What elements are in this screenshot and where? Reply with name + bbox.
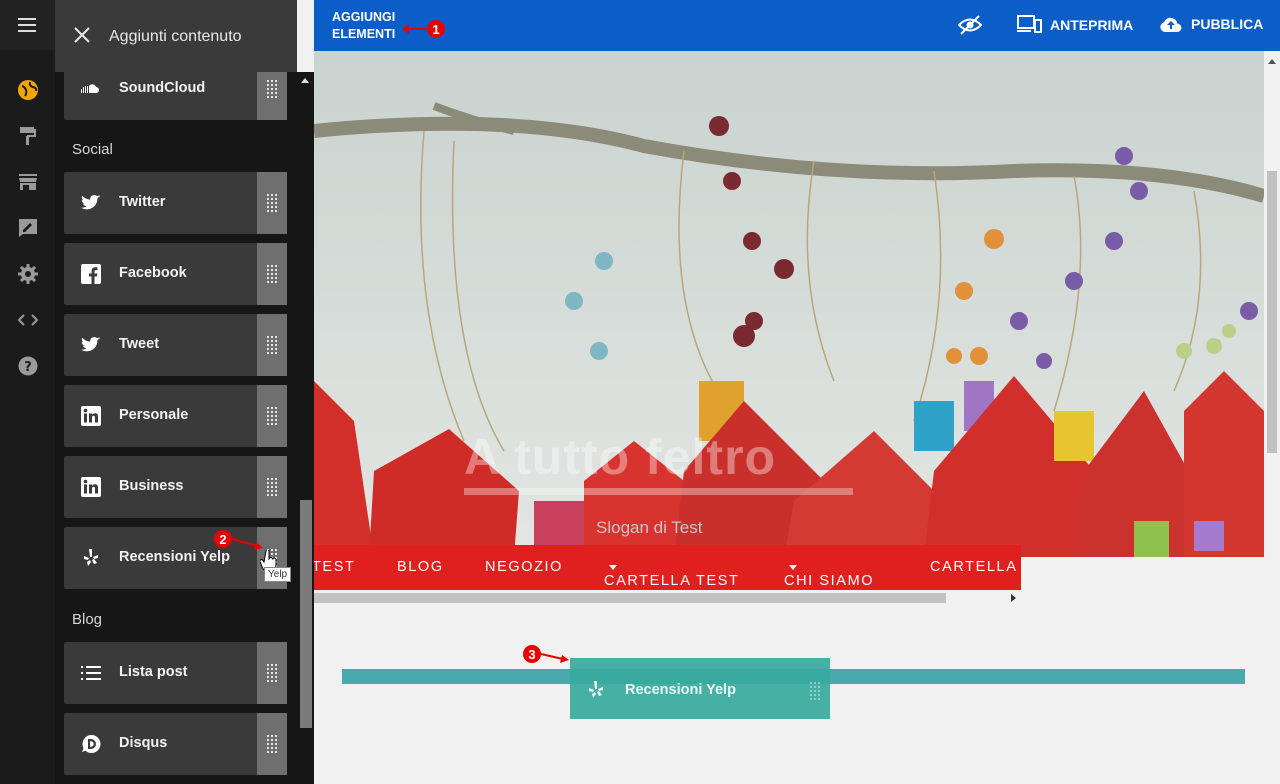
list-icon	[80, 662, 102, 684]
section-label-social: Social	[72, 141, 113, 158]
svg-text:?: ?	[24, 360, 32, 375]
drag-handle[interactable]	[257, 172, 287, 234]
widget-disqus[interactable]: Disqus	[64, 713, 287, 775]
disqus-icon	[80, 733, 102, 755]
nav-label: CARTELLA TEST	[604, 573, 740, 589]
panel-header: Aggiunti contenuto	[55, 0, 297, 72]
caret-down-icon	[789, 564, 797, 570]
add-elements-label-line1: AGGIUNGI	[332, 10, 396, 24]
scroll-up-arrow-icon[interactable]	[1268, 59, 1276, 64]
annotation-badge-1: 1	[427, 20, 445, 38]
widget-label: Tweet	[119, 336, 160, 352]
dragged-widget-label: Recensioni Yelp	[625, 682, 736, 698]
scrollbar-thumb[interactable]	[1267, 171, 1277, 453]
drag-handle[interactable]	[257, 314, 287, 376]
widget-linkedin-personal[interactable]: Personale	[64, 385, 287, 447]
edit-note-icon[interactable]	[0, 208, 55, 248]
linkedin-icon	[80, 476, 102, 498]
drag-handle[interactable]	[257, 642, 287, 704]
publish-button[interactable]: PUBBLICA	[1159, 15, 1263, 33]
widget-label: Recensioni Yelp	[119, 549, 230, 565]
widget-label: SoundCloud	[119, 80, 206, 96]
widget-facebook[interactable]: Facebook	[64, 243, 287, 305]
title-underline	[464, 488, 853, 495]
nav-item-test[interactable]: TEST	[314, 559, 355, 575]
widget-label: Disqus	[119, 735, 168, 751]
panel-title: Aggiunti contenuto	[109, 28, 242, 45]
twitter-icon	[80, 192, 102, 214]
scroll-up-arrow-icon[interactable]	[301, 78, 309, 83]
facebook-icon	[80, 263, 102, 285]
widget-twitter[interactable]: Twitter	[64, 172, 287, 234]
hero-illustration	[314, 51, 1264, 557]
yelp-icon	[588, 680, 604, 705]
dragged-widget-ghost[interactable]: Recensioni Yelp	[570, 658, 830, 719]
paint-roller-icon[interactable]	[0, 116, 55, 156]
nav-item-about[interactable]: CHI SIAMO	[784, 559, 873, 589]
canvas-scrollbar[interactable]	[1264, 51, 1280, 591]
devices-icon	[1017, 15, 1042, 33]
caret-down-icon	[609, 564, 617, 570]
widget-linkedin-business[interactable]: Business	[64, 456, 287, 518]
site-nav-menu: TEST BLOG NEGOZIO CARTELLA TEST CHI SIAM…	[314, 545, 1021, 590]
gear-icon[interactable]	[0, 254, 55, 294]
eye-off-icon[interactable]	[958, 14, 982, 36]
panel-scrollbar[interactable]	[297, 72, 314, 784]
scroll-right-arrow-icon[interactable]	[1011, 594, 1016, 602]
nav-item-blog[interactable]: BLOG	[397, 559, 444, 575]
cloud-upload-icon	[1160, 17, 1182, 33]
drag-handle[interactable]	[257, 713, 287, 775]
close-icon[interactable]	[71, 24, 93, 46]
site-title[interactable]: A tutto feltro	[464, 428, 776, 486]
drag-handle[interactable]	[257, 456, 287, 518]
publish-label: PUBBLICA	[1191, 16, 1264, 32]
globe-icon[interactable]	[0, 70, 55, 110]
add-content-panel: SoundCloud Aggiunti contenuto Social Twi…	[55, 0, 297, 784]
hero-image[interactable]	[314, 51, 1264, 557]
hamburger-icon	[17, 18, 36, 32]
icon-rail: ?	[0, 0, 55, 784]
widget-label: Twitter	[119, 194, 166, 210]
add-elements-label-line2: ELEMENTI	[332, 27, 396, 41]
store-icon[interactable]	[0, 162, 55, 202]
code-icon[interactable]	[0, 300, 55, 340]
widget-label: Facebook	[119, 265, 187, 281]
preview-button[interactable]: ANTEPRIMA	[1017, 15, 1133, 34]
nav-label: CHI SIAMO	[784, 573, 875, 589]
site-slogan[interactable]: Slogan di Test	[596, 518, 702, 538]
scrollbar-thumb[interactable]	[314, 593, 946, 603]
widget-label: Business	[119, 478, 184, 494]
widget-post-list[interactable]: Lista post	[64, 642, 287, 704]
widget-tweet[interactable]: Tweet	[64, 314, 287, 376]
menu-horizontal-scrollbar[interactable]	[314, 590, 1026, 605]
widget-label: Personale	[119, 407, 189, 423]
hamburger-menu-button[interactable]	[0, 0, 55, 50]
drag-handle	[810, 682, 820, 700]
editor-top-bar: AGGIUNGI ELEMENTI ANTEPRIMA PUBBLICA	[314, 0, 1280, 51]
tooltip: Yelp	[264, 567, 292, 582]
annotation-arrow-1	[402, 24, 428, 34]
scrollbar-thumb[interactable]	[300, 500, 312, 728]
linkedin-icon	[80, 405, 102, 427]
annotation-arrow-3	[540, 653, 569, 663]
widget-label: Lista post	[119, 664, 188, 680]
add-elements-button[interactable]: AGGIUNGI ELEMENTI	[332, 9, 395, 43]
twitter-icon	[80, 334, 102, 356]
soundcloud-icon	[80, 78, 102, 100]
help-icon[interactable]: ?	[0, 346, 55, 386]
nav-item-shop[interactable]: NEGOZIO	[485, 559, 563, 575]
section-label-blog: Blog	[72, 611, 103, 628]
preview-label: ANTEPRIMA	[1050, 16, 1134, 33]
drag-handle[interactable]	[257, 243, 287, 305]
yelp-icon	[80, 547, 102, 569]
nav-item-test-folder[interactable]: CARTELLA TEST	[604, 559, 738, 589]
nav-item-folder-truncated[interactable]: CARTELLA T	[930, 559, 1021, 575]
drag-handle[interactable]	[257, 385, 287, 447]
